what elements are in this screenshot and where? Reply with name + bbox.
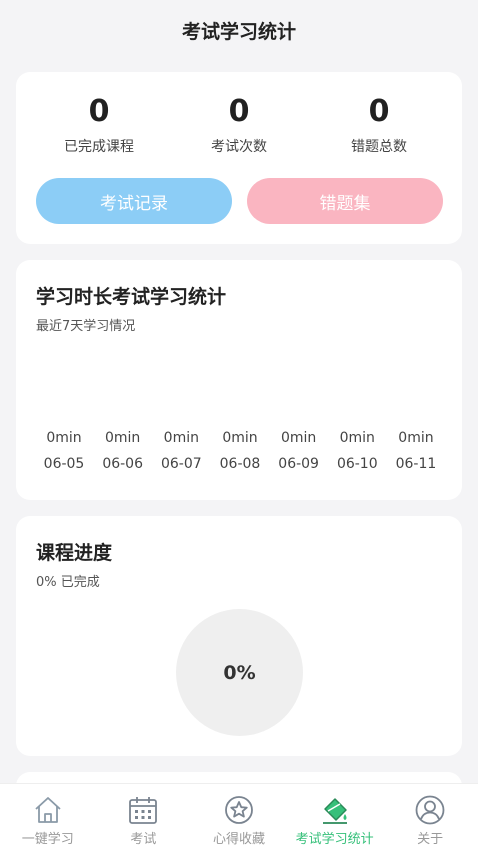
tab-label: 一键学习 (21, 832, 74, 847)
day-date: 06-09 (278, 456, 319, 472)
exam-record-button[interactable]: 考试记录 (36, 178, 232, 224)
stat-value: 0 (228, 94, 250, 129)
day-minutes: 0min (105, 430, 141, 446)
tab-about[interactable]: 关于 (382, 784, 478, 850)
progress-ring: 0% (176, 609, 303, 736)
study-time-subtitle: 最近7天学习情况 (36, 319, 136, 334)
tab-favorites[interactable]: 心得收藏 (191, 784, 287, 850)
bottom-tab-bar: 一键学习 考试 心得收藏 考试学习统计 关于 (0, 783, 478, 850)
study-time-title: 学习时长考试学习统计 (36, 286, 227, 308)
day-column: 0min 06-06 (95, 430, 151, 472)
paint-bucket-icon (322, 798, 347, 824)
user-icon (415, 795, 445, 825)
tab-exam-study-stats[interactable]: 考试学习统计 (287, 784, 383, 850)
stat-wrong-total: 0 错题总数 (304, 92, 454, 156)
day-column: 0min 06-05 (36, 430, 92, 472)
tab-exam[interactable]: 考试 (96, 784, 192, 850)
tab-label: 考试学习统计 (295, 832, 374, 847)
calendar-icon (129, 797, 158, 824)
stat-label: 已完成课程 (64, 139, 134, 155)
stat-value: 0 (88, 94, 110, 129)
day-column: 0min 06-08 (212, 430, 268, 472)
tab-label: 考试 (130, 832, 157, 847)
stat-label: 错题总数 (351, 139, 407, 155)
day-minutes: 0min (46, 430, 82, 446)
day-minutes: 0min (222, 430, 258, 446)
tab-label: 关于 (417, 832, 444, 847)
course-progress-subtitle: 0% 已完成 (36, 575, 100, 590)
day-column: 0min 06-07 (153, 430, 209, 472)
day-column: 0min 06-09 (271, 430, 327, 472)
tab-label: 心得收藏 (212, 832, 265, 847)
stat-completed-courses: 0 已完成课程 (24, 92, 174, 156)
study-time-card: 学习时长考试学习统计 最近7天学习情况 0min 06-05 0min 06-0… (16, 260, 462, 500)
wrong-set-button[interactable]: 错题集 (247, 178, 443, 224)
stat-exam-count: 0 考试次数 (164, 92, 314, 156)
daily-study-list: 0min 06-05 0min 06-06 0min 06-07 0min 06… (36, 430, 444, 472)
day-minutes: 0min (163, 430, 199, 446)
page-title: 考试学习统计 (0, 0, 478, 60)
day-date: 06-07 (160, 456, 202, 472)
progress-percent: 0% (223, 661, 256, 684)
day-minutes: 0min (280, 430, 317, 446)
day-date: 06-08 (219, 456, 261, 472)
course-progress-title: 课程进度 (36, 542, 113, 564)
day-date: 06-10 (336, 456, 378, 472)
home-icon (35, 797, 61, 823)
day-date: 06-05 (43, 456, 85, 472)
day-minutes: 0min (398, 430, 434, 446)
day-date: 06-11 (395, 456, 437, 472)
star-icon (225, 796, 253, 824)
stats-card: 0 已完成课程 0 考试次数 0 错题总数 考试记录 错题集 (16, 72, 462, 244)
day-date: 06-06 (102, 456, 143, 472)
stat-value: 0 (368, 94, 390, 129)
course-progress-card: 课程进度 0% 已完成 0% (16, 516, 462, 756)
day-column: 0min 06-10 (329, 430, 385, 472)
day-minutes: 0min (339, 430, 375, 446)
stat-label: 考试次数 (211, 139, 267, 155)
day-column: 0min 06-11 (388, 430, 444, 472)
tab-one-click-study[interactable]: 一键学习 (0, 784, 96, 850)
